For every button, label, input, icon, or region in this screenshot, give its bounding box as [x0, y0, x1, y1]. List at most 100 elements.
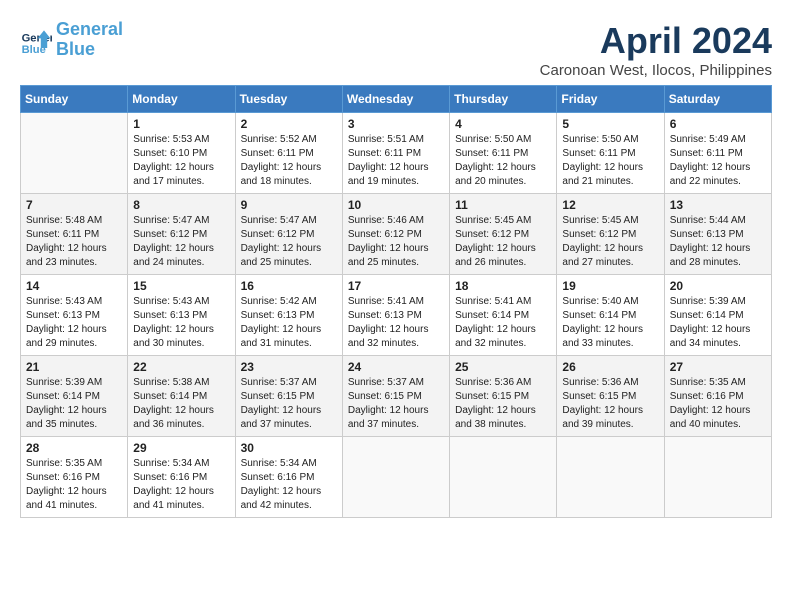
day-info: Sunrise: 5:53 AM Sunset: 6:10 PM Dayligh… [133, 133, 229, 189]
day-number: 29 [133, 441, 229, 455]
day-number: 22 [133, 360, 229, 374]
calendar-cell: 6 Sunrise: 5:49 AM Sunset: 6:11 PM Daylig… [664, 113, 771, 194]
logo-text: General Blue [56, 20, 123, 60]
day-number: 7 [26, 198, 122, 212]
logo-icon: General Blue [20, 24, 52, 56]
day-info: Sunrise: 5:41 AM Sunset: 6:13 PM Dayligh… [348, 295, 444, 351]
day-number: 8 [133, 198, 229, 212]
header-saturday: Saturday [664, 86, 771, 113]
day-info: Sunrise: 5:39 AM Sunset: 6:14 PM Dayligh… [670, 295, 766, 351]
header-friday: Friday [557, 86, 664, 113]
calendar-cell [21, 113, 128, 194]
day-number: 1 [133, 117, 229, 131]
calendar-table: SundayMondayTuesdayWednesdayThursdayFrid… [20, 85, 772, 518]
calendar-cell: 19 Sunrise: 5:40 AM Sunset: 6:14 PM Dayli… [557, 275, 664, 356]
day-info: Sunrise: 5:41 AM Sunset: 6:14 PM Dayligh… [455, 295, 551, 351]
calendar-cell: 30 Sunrise: 5:34 AM Sunset: 6:16 PM Dayli… [235, 437, 342, 518]
day-number: 9 [241, 198, 337, 212]
day-info: Sunrise: 5:36 AM Sunset: 6:15 PM Dayligh… [455, 376, 551, 432]
week-row-5: 28 Sunrise: 5:35 AM Sunset: 6:16 PM Dayli… [21, 437, 772, 518]
day-info: Sunrise: 5:49 AM Sunset: 6:11 PM Dayligh… [670, 133, 766, 189]
week-row-1: 1 Sunrise: 5:53 AM Sunset: 6:10 PM Daylig… [21, 113, 772, 194]
calendar-cell: 26 Sunrise: 5:36 AM Sunset: 6:15 PM Dayli… [557, 356, 664, 437]
day-info: Sunrise: 5:42 AM Sunset: 6:13 PM Dayligh… [241, 295, 337, 351]
calendar-cell: 7 Sunrise: 5:48 AM Sunset: 6:11 PM Daylig… [21, 194, 128, 275]
day-info: Sunrise: 5:37 AM Sunset: 6:15 PM Dayligh… [348, 376, 444, 432]
header-wednesday: Wednesday [342, 86, 449, 113]
day-info: Sunrise: 5:44 AM Sunset: 6:13 PM Dayligh… [670, 214, 766, 270]
day-number: 28 [26, 441, 122, 455]
week-row-4: 21 Sunrise: 5:39 AM Sunset: 6:14 PM Dayli… [21, 356, 772, 437]
day-number: 27 [670, 360, 766, 374]
calendar-cell: 14 Sunrise: 5:43 AM Sunset: 6:13 PM Dayli… [21, 275, 128, 356]
day-number: 6 [670, 117, 766, 131]
week-row-2: 7 Sunrise: 5:48 AM Sunset: 6:11 PM Daylig… [21, 194, 772, 275]
day-info: Sunrise: 5:47 AM Sunset: 6:12 PM Dayligh… [133, 214, 229, 270]
header-monday: Monday [128, 86, 235, 113]
day-info: Sunrise: 5:50 AM Sunset: 6:11 PM Dayligh… [455, 133, 551, 189]
day-info: Sunrise: 5:37 AM Sunset: 6:15 PM Dayligh… [241, 376, 337, 432]
day-info: Sunrise: 5:50 AM Sunset: 6:11 PM Dayligh… [562, 133, 658, 189]
calendar-cell: 9 Sunrise: 5:47 AM Sunset: 6:12 PM Daylig… [235, 194, 342, 275]
header-tuesday: Tuesday [235, 86, 342, 113]
day-number: 2 [241, 117, 337, 131]
day-info: Sunrise: 5:36 AM Sunset: 6:15 PM Dayligh… [562, 376, 658, 432]
calendar-cell: 13Sunrise: 5:44 AM Sunset: 6:13 PM Dayli… [664, 194, 771, 275]
day-info: Sunrise: 5:45 AM Sunset: 6:12 PM Dayligh… [455, 214, 551, 270]
calendar-cell: 20 Sunrise: 5:39 AM Sunset: 6:14 PM Dayli… [664, 275, 771, 356]
month-title: April 2024 [540, 20, 772, 62]
day-info: Sunrise: 5:52 AM Sunset: 6:11 PM Dayligh… [241, 133, 337, 189]
calendar-cell: 15Sunrise: 5:43 AM Sunset: 6:13 PM Dayli… [128, 275, 235, 356]
calendar-cell: 18Sunrise: 5:41 AM Sunset: 6:14 PM Dayli… [450, 275, 557, 356]
day-number: 16 [241, 279, 337, 293]
calendar-cell: 4 Sunrise: 5:50 AM Sunset: 6:11 PM Daylig… [450, 113, 557, 194]
calendar-cell [450, 437, 557, 518]
day-number: 24 [348, 360, 444, 374]
calendar-cell: 8 Sunrise: 5:47 AM Sunset: 6:12 PM Daylig… [128, 194, 235, 275]
day-number: 25 [455, 360, 551, 374]
calendar-cell: 25 Sunrise: 5:36 AM Sunset: 6:15 PM Dayli… [450, 356, 557, 437]
week-row-3: 14 Sunrise: 5:43 AM Sunset: 6:13 PM Dayli… [21, 275, 772, 356]
svg-text:General: General [22, 32, 52, 44]
day-info: Sunrise: 5:48 AM Sunset: 6:11 PM Dayligh… [26, 214, 122, 270]
day-info: Sunrise: 5:34 AM Sunset: 6:16 PM Dayligh… [133, 457, 229, 513]
calendar-cell: 11 Sunrise: 5:45 AM Sunset: 6:12 PM Dayli… [450, 194, 557, 275]
day-number: 3 [348, 117, 444, 131]
header-thursday: Thursday [450, 86, 557, 113]
calendar-cell: 3 Sunrise: 5:51 AM Sunset: 6:11 PM Daylig… [342, 113, 449, 194]
day-number: 4 [455, 117, 551, 131]
day-info: Sunrise: 5:35 AM Sunset: 6:16 PM Dayligh… [670, 376, 766, 432]
day-info: Sunrise: 5:46 AM Sunset: 6:12 PM Dayligh… [348, 214, 444, 270]
day-info: Sunrise: 5:43 AM Sunset: 6:13 PM Dayligh… [26, 295, 122, 351]
day-number: 23 [241, 360, 337, 374]
header-sunday: Sunday [21, 86, 128, 113]
calendar-cell: 12Sunrise: 5:45 AM Sunset: 6:12 PM Dayli… [557, 194, 664, 275]
calendar-cell [342, 437, 449, 518]
calendar-cell: 17 Sunrise: 5:41 AM Sunset: 6:13 PM Dayli… [342, 275, 449, 356]
calendar-cell: 24 Sunrise: 5:37 AM Sunset: 6:15 PM Dayli… [342, 356, 449, 437]
day-info: Sunrise: 5:35 AM Sunset: 6:16 PM Dayligh… [26, 457, 122, 513]
day-info: Sunrise: 5:43 AM Sunset: 6:13 PM Dayligh… [133, 295, 229, 351]
day-info: Sunrise: 5:47 AM Sunset: 6:12 PM Dayligh… [241, 214, 337, 270]
logo: General Blue General Blue [20, 20, 123, 60]
day-info: Sunrise: 5:39 AM Sunset: 6:14 PM Dayligh… [26, 376, 122, 432]
day-number: 17 [348, 279, 444, 293]
day-number: 21 [26, 360, 122, 374]
calendar-cell: 10Sunrise: 5:46 AM Sunset: 6:12 PM Dayli… [342, 194, 449, 275]
day-info: Sunrise: 5:34 AM Sunset: 6:16 PM Dayligh… [241, 457, 337, 513]
day-info: Sunrise: 5:40 AM Sunset: 6:14 PM Dayligh… [562, 295, 658, 351]
calendar-cell [557, 437, 664, 518]
calendar-cell: 23 Sunrise: 5:37 AM Sunset: 6:15 PM Dayli… [235, 356, 342, 437]
day-number: 11 [455, 198, 551, 212]
day-number: 19 [562, 279, 658, 293]
day-info: Sunrise: 5:51 AM Sunset: 6:11 PM Dayligh… [348, 133, 444, 189]
title-block: April 2024 Caronoan West, Ilocos, Philip… [540, 20, 772, 79]
day-number: 20 [670, 279, 766, 293]
calendar-cell: 1 Sunrise: 5:53 AM Sunset: 6:10 PM Daylig… [128, 113, 235, 194]
day-number: 30 [241, 441, 337, 455]
calendar-cell: 22Sunrise: 5:38 AM Sunset: 6:14 PM Dayli… [128, 356, 235, 437]
day-number: 26 [562, 360, 658, 374]
calendar-cell: 5Sunrise: 5:50 AM Sunset: 6:11 PM Daylig… [557, 113, 664, 194]
location: Caronoan West, Ilocos, Philippines [540, 62, 772, 79]
day-number: 14 [26, 279, 122, 293]
